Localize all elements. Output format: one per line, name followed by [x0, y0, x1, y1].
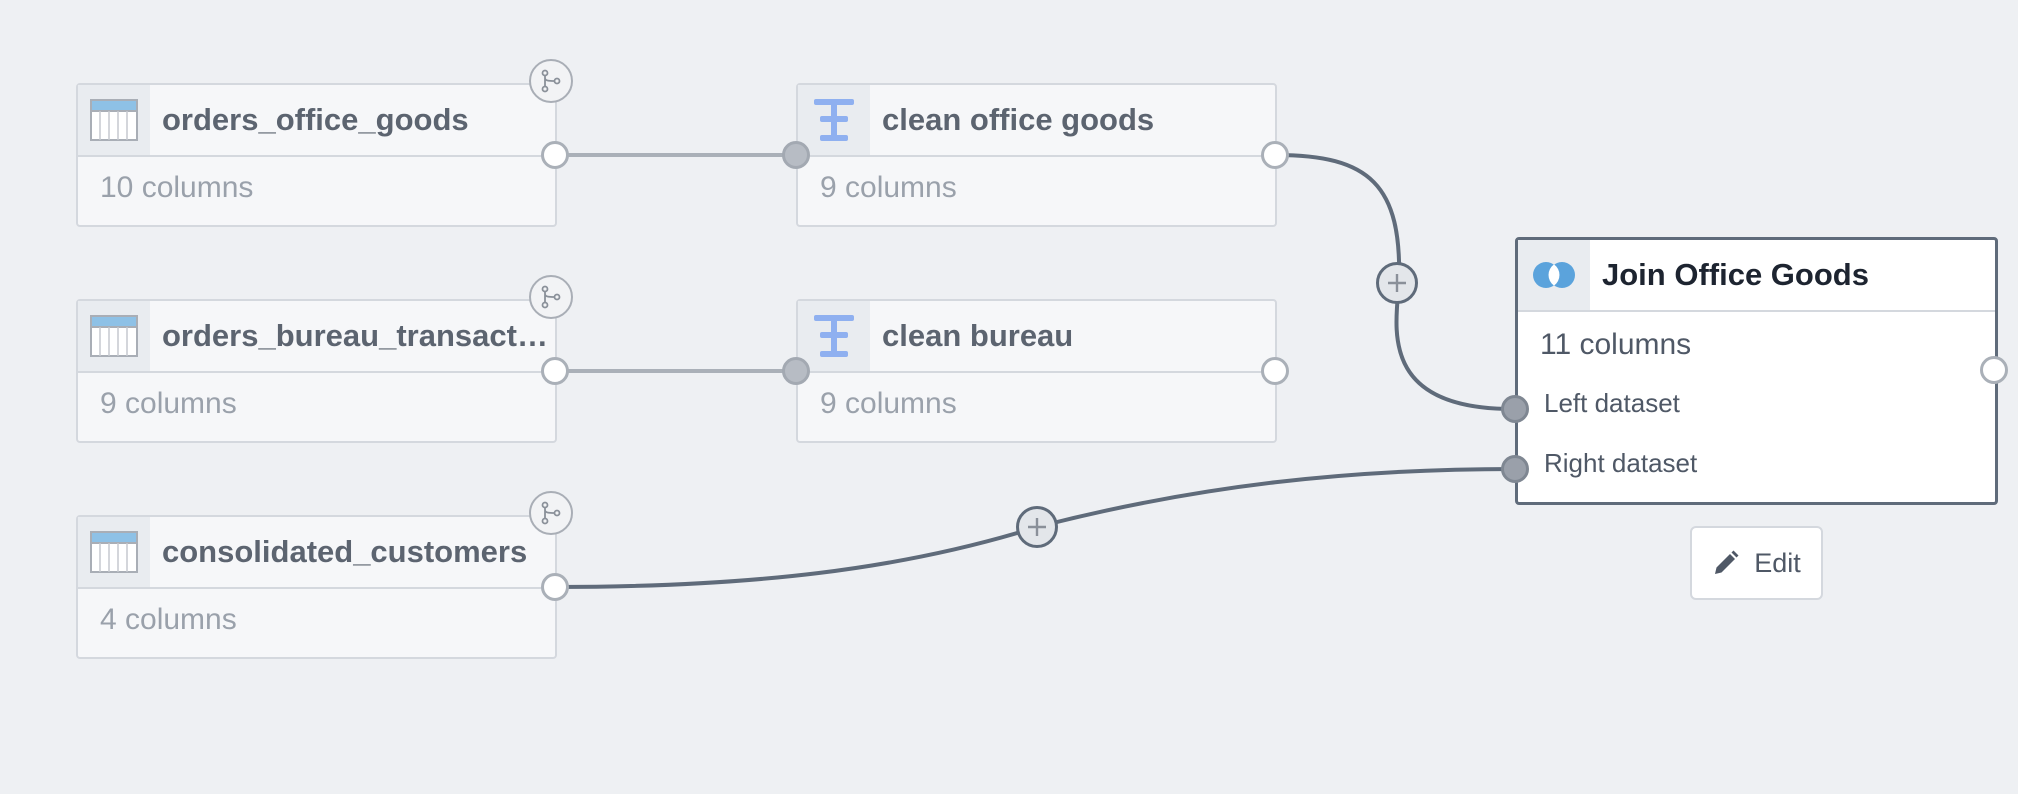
- node-title: consolidated_customers: [162, 534, 528, 569]
- edit-button-label: Edit: [1754, 547, 1801, 578]
- plus-icon: [1028, 518, 1046, 536]
- output-port-consolidated-customers[interactable]: [541, 573, 569, 601]
- branch-icon[interactable]: [529, 59, 573, 103]
- node-header: orders_office_goods: [78, 85, 555, 157]
- input-port-clean-bureau[interactable]: [782, 357, 810, 385]
- column-count: 11 columns: [1540, 328, 1692, 361]
- pencil-icon: [1715, 550, 1739, 574]
- node-header: orders_bureau_transacti…: [78, 301, 555, 373]
- table-icon: [78, 301, 150, 371]
- transform-icon: [798, 85, 870, 155]
- node-title: orders_office_goods: [162, 102, 469, 137]
- transform-icon: [798, 301, 870, 371]
- pipeline-canvas[interactable]: orders_office_goods 10 columns orders_bu…: [0, 0, 2018, 794]
- column-count: 10 columns: [100, 171, 254, 204]
- dataset-node-consolidated-customers[interactable]: consolidated_customers 4 columns: [76, 515, 557, 659]
- column-count: 4 columns: [100, 603, 237, 636]
- node-header: clean office goods: [798, 85, 1275, 157]
- output-port-clean-bureau[interactable]: [1261, 357, 1289, 385]
- column-count: 9 columns: [100, 387, 237, 420]
- output-port-join-office-goods[interactable]: [1980, 356, 2008, 384]
- branch-icon[interactable]: [529, 275, 573, 319]
- plus-icon: [1388, 274, 1406, 292]
- add-transform-button[interactable]: [1376, 262, 1418, 304]
- column-count: 9 columns: [820, 171, 957, 204]
- node-header: consolidated_customers: [78, 517, 555, 589]
- node-title: orders_bureau_transacti…: [162, 318, 555, 353]
- transform-node-clean-office-goods[interactable]: clean office goods 9 columns: [796, 83, 1277, 227]
- join-icon: [1518, 240, 1590, 310]
- node-header: Join Office Goods: [1518, 240, 1995, 312]
- join-node-join-office-goods[interactable]: Join Office Goods 11 columns Left datase…: [1515, 237, 1998, 505]
- left-dataset-label: Left dataset: [1544, 388, 1680, 418]
- add-transform-button[interactable]: [1016, 506, 1058, 548]
- input-port-join-left[interactable]: [1501, 395, 1529, 423]
- node-title: clean bureau: [882, 318, 1074, 353]
- right-dataset-label: Right dataset: [1544, 448, 1698, 478]
- node-header: clean bureau: [798, 301, 1275, 373]
- output-port-orders-bureau[interactable]: [541, 357, 569, 385]
- table-icon: [78, 85, 150, 155]
- output-port-orders-office-goods[interactable]: [541, 141, 569, 169]
- dataset-node-orders-bureau-transactions[interactable]: orders_bureau_transacti… 9 columns: [76, 299, 557, 443]
- input-port-clean-office-goods[interactable]: [782, 141, 810, 169]
- node-title: clean office goods: [882, 102, 1155, 137]
- column-count: 9 columns: [820, 387, 957, 420]
- edit-button[interactable]: Edit: [1690, 526, 1823, 600]
- branch-icon[interactable]: [529, 491, 573, 535]
- input-port-join-right[interactable]: [1501, 455, 1529, 483]
- dataset-node-orders-office-goods[interactable]: orders_office_goods 10 columns: [76, 83, 557, 227]
- node-title: Join Office Goods: [1602, 257, 1869, 292]
- transform-node-clean-bureau[interactable]: clean bureau 9 columns: [796, 299, 1277, 443]
- table-icon: [78, 517, 150, 587]
- output-port-clean-office-goods[interactable]: [1261, 141, 1289, 169]
